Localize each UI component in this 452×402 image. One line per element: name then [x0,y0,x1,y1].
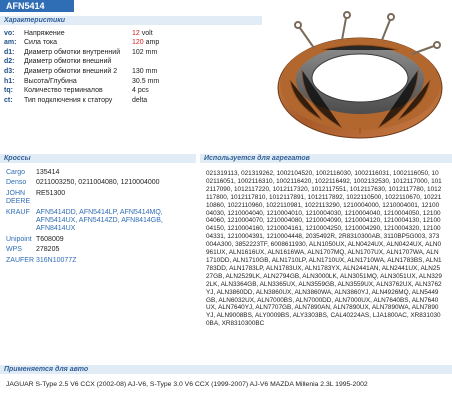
vehicles-text: JAGUAR S-Type 2.5 V6 CCX (2002-08) AJ-V6… [6,381,368,388]
cross-row: Denso 0211003250, 0211004080, 1210004000 [6,179,166,187]
cross-row: KRAUF AFN5414DD, AFN5414LP, AFN5414MQ, AF… [6,209,166,234]
spec-code: d2: [4,58,15,66]
stator-image [262,10,452,145]
cross-brand-link[interactable]: WPS [6,246,36,254]
cross-row: Unipoint T608009 [6,236,166,244]
spec-row: tq: Количество терминалов 4 pcs [4,87,220,97]
cross-row: JOHN DEERE RE51300 [6,190,166,207]
spec-label: Количество терминалов [24,87,103,95]
spec-row: am: Сила тока 120 amp [4,39,220,49]
spec-code: d1: [4,48,15,56]
spec-label: Диаметр обмотки внешний 2 [24,67,118,75]
cross-brand-link[interactable]: KRAUF [6,209,36,234]
spec-label: Диаметр обмотки внешний [24,58,112,66]
product-code: AFN5414 [0,0,74,12]
cross-brand-link[interactable]: ZAUFER [6,257,36,265]
cross-brand-link[interactable]: Cargo [6,169,36,177]
cross-row: WPS 278205 [6,246,166,254]
cross-row: Cargo 135414 [6,169,166,177]
cross-codes: RE51300 [36,189,66,197]
specs-heading: Характеристики [0,16,262,25]
spec-value: 130 mm [132,67,158,75]
vehicles-heading: Применяется для авто [0,365,452,374]
spec-value: 12 volt [132,29,153,37]
cross-row: ZAUFER 316N10077Z [6,257,166,265]
spec-code: h1: [4,77,15,85]
spec-row: d1: Диаметр обмотки внутренний 102 mm [4,48,220,58]
spec-code: tq: [4,87,13,95]
spec-value: 4 pcs [132,87,149,95]
spec-row: d2: Диаметр обмотки внешний [4,58,220,68]
applications-text: 021319113, 021319262, 1002104520, 100211… [206,170,442,328]
spec-code: am: [4,39,17,47]
stator-illustration [277,11,443,139]
spec-value: delta [132,96,148,104]
cross-brand-link[interactable]: Denso [6,179,36,187]
cross-codes: 278205 [36,246,60,254]
cross-codes[interactable]: AFN5414DD, AFN5414LP, AFN5414MQ, AFN5414… [36,209,166,234]
spec-code: d3: [4,67,15,75]
cross-codes: 0211003250, 0211004080, 1210004000 [36,179,160,187]
spec-row: h1: Высота/Глубина 30.5 mm [4,77,220,87]
applications-heading: Используется для агрегатов [200,154,452,163]
cross-brand-link[interactable]: JOHN DEERE [6,190,36,207]
spec-value: 120 amp [132,39,160,47]
spec-value-number: 12 [132,29,140,37]
cross-codes: T608009 [36,235,64,243]
spec-label: Напряжение [24,29,65,37]
spec-code: ct: [4,96,13,104]
specs-list: vo: Напряжение 12 volt am: Сила тока 120 amp d… [4,29,220,106]
crosses-list: Cargo 135414 Denso 0211003250, 0211004080, … [6,169,166,267]
spec-value: 30.5 mm [132,77,160,85]
spec-value-number: 120 [132,39,144,47]
spec-row: vo: Напряжение 12 volt [4,29,220,39]
spec-label: Тип подключения к статору [24,96,113,104]
spec-value: 102 mm [132,48,158,56]
cross-codes[interactable]: 316N10077Z [36,257,166,265]
cross-codes: 135414 [36,169,60,176]
cross-brand-link[interactable]: Unipoint [6,236,36,244]
spec-label: Высота/Глубина [24,77,77,85]
crosses-heading: Кроссы [0,154,196,163]
spec-row: d3: Диаметр обмотки внешний 2 130 mm [4,67,220,77]
spec-label: Диаметр обмотки внутренний [24,48,121,56]
spec-label: Сила тока [24,39,58,47]
spec-code: vo: [4,29,15,37]
spec-row: ct: Тип подключения к статору delta [4,96,220,106]
